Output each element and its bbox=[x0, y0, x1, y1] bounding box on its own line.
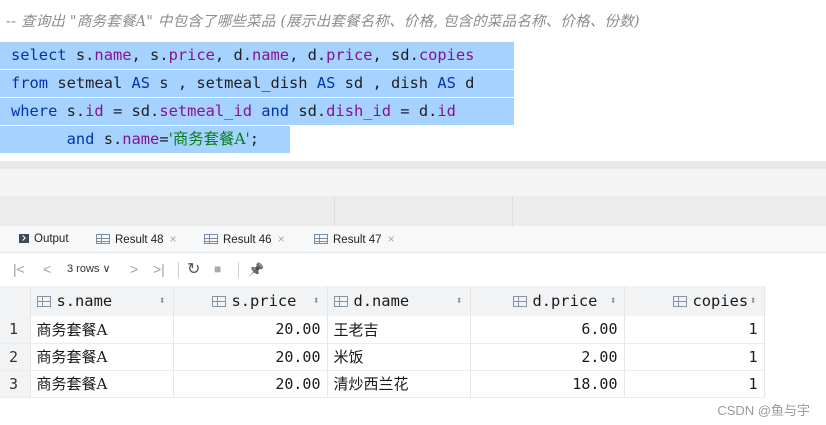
column-header-s-price[interactable]: s.price ⬍ bbox=[173, 286, 328, 316]
sort-icon[interactable]: ⬍ bbox=[456, 286, 463, 316]
stop-icon[interactable]: ■ bbox=[214, 253, 221, 286]
table-row[interactable]: 2 商务套餐A 20.00 米饭 2.00 1 bbox=[0, 343, 765, 371]
cell-s-price[interactable]: 20.00 bbox=[173, 343, 328, 371]
close-icon[interactable]: × bbox=[388, 232, 395, 246]
cell-s-price[interactable]: 20.00 bbox=[173, 370, 328, 398]
column-icon bbox=[333, 296, 348, 307]
column-icon bbox=[512, 296, 527, 307]
tab-result-47[interactable]: Result 47 × bbox=[314, 226, 395, 253]
row-number: 2 bbox=[0, 343, 31, 371]
sort-icon[interactable]: ⬍ bbox=[750, 286, 757, 316]
next-page-button[interactable]: > bbox=[130, 253, 138, 286]
cell-d-name[interactable]: 清炒西兰花 bbox=[327, 370, 471, 398]
table-row[interactable]: 3 商务套餐A 20.00 清炒西兰花 18.00 1 bbox=[0, 370, 765, 398]
result-tabs: Output Result 48 × Result 46 × Result 47 × bbox=[0, 226, 826, 253]
grid-icon bbox=[204, 234, 218, 244]
code-line-from[interactable]: from setmeal AS s , setmeal_dish AS sd ,… bbox=[0, 70, 514, 97]
column-icon bbox=[672, 296, 687, 307]
sort-icon[interactable]: ⬍ bbox=[610, 286, 617, 316]
cell-d-price[interactable]: 6.00 bbox=[470, 316, 625, 344]
tab-result-46[interactable]: Result 46 × bbox=[204, 226, 285, 253]
cell-s-price[interactable]: 20.00 bbox=[173, 316, 328, 344]
refresh-icon[interactable]: ↻ bbox=[187, 253, 200, 286]
rows-dropdown[interactable]: 3 rows ∨ bbox=[67, 253, 111, 286]
cell-copies[interactable]: 1 bbox=[624, 316, 765, 344]
column-header-d-price[interactable]: d.price ⬍ bbox=[470, 286, 625, 316]
sort-icon[interactable]: ⬍ bbox=[313, 286, 320, 316]
code-line-where[interactable]: where s.id = sd.setmeal_id and sd.dish_i… bbox=[0, 98, 514, 125]
kw-select: select bbox=[11, 46, 67, 64]
column-header-s-name[interactable]: s.name ⬍ bbox=[30, 286, 174, 316]
services-header bbox=[0, 196, 826, 226]
last-page-button[interactable]: >| bbox=[153, 253, 165, 286]
cell-s-name[interactable]: 商务套餐A bbox=[30, 316, 174, 344]
grid-icon bbox=[96, 234, 110, 244]
row-number-header bbox=[0, 286, 31, 316]
cell-copies[interactable]: 1 bbox=[624, 370, 765, 398]
cell-copies[interactable]: 1 bbox=[624, 343, 765, 371]
code-line-and[interactable]: and s.name='商务套餐A'; bbox=[0, 126, 290, 153]
result-grid[interactable]: s.name ⬍ s.price ⬍ d.name ⬍ d.price ⬍ copies… bbox=[0, 286, 765, 398]
editor-splitter[interactable] bbox=[0, 161, 826, 169]
close-icon[interactable]: × bbox=[170, 232, 177, 246]
column-icon bbox=[36, 296, 51, 307]
cell-d-name[interactable]: 米饭 bbox=[327, 343, 471, 371]
cell-s-name[interactable]: 商务套餐A bbox=[30, 343, 174, 371]
tab-result-48[interactable]: Result 48 × bbox=[96, 226, 177, 253]
prev-page-button[interactable]: < bbox=[43, 253, 51, 286]
cell-d-name[interactable]: 王老吉 bbox=[327, 316, 471, 344]
row-number: 1 bbox=[0, 316, 31, 344]
grid-icon bbox=[314, 234, 328, 244]
column-icon bbox=[211, 296, 226, 307]
watermark: CSDN @鱼与宇 bbox=[717, 403, 810, 418]
header-row: s.name ⬍ s.price ⬍ d.name ⬍ d.price ⬍ copies… bbox=[0, 286, 765, 316]
panel-divider[interactable] bbox=[512, 196, 513, 226]
sort-icon[interactable]: ⬍ bbox=[159, 286, 166, 316]
panel-divider[interactable] bbox=[334, 196, 335, 226]
pin-icon[interactable]: 📌 bbox=[248, 253, 264, 286]
sql-comment: -- 查询出 "商务套餐A" 中包含了哪些菜品 (展示出套餐名称、价格, 包含的… bbox=[6, 14, 640, 30]
table-row[interactable]: 1 商务套餐A 20.00 王老吉 6.00 1 bbox=[0, 316, 765, 344]
output-icon bbox=[19, 234, 29, 243]
tab-output[interactable]: Output bbox=[19, 226, 69, 253]
toolbar-divider bbox=[178, 262, 179, 278]
sql-editor[interactable]: -- 查询出 "商务套餐A" 中包含了哪些菜品 (展示出套餐名称、价格, 包含的… bbox=[0, 0, 826, 163]
column-header-copies[interactable]: copies ⬍ bbox=[624, 286, 765, 316]
column-header-d-name[interactable]: d.name ⬍ bbox=[327, 286, 471, 316]
toolbar-divider bbox=[238, 262, 239, 278]
close-icon[interactable]: × bbox=[278, 232, 285, 246]
cell-d-price[interactable]: 18.00 bbox=[470, 370, 625, 398]
row-number: 3 bbox=[0, 370, 31, 398]
result-toolbar: |< < 3 rows ∨ > >| ↻ ■ 📌 bbox=[0, 253, 826, 286]
code-line-select[interactable]: select s.name, s.price, d.name, d.price,… bbox=[0, 42, 514, 69]
empty-panel bbox=[0, 169, 826, 196]
cell-s-name[interactable]: 商务套餐A bbox=[30, 370, 174, 398]
cell-d-price[interactable]: 2.00 bbox=[470, 343, 625, 371]
first-page-button[interactable]: |< bbox=[13, 253, 25, 286]
